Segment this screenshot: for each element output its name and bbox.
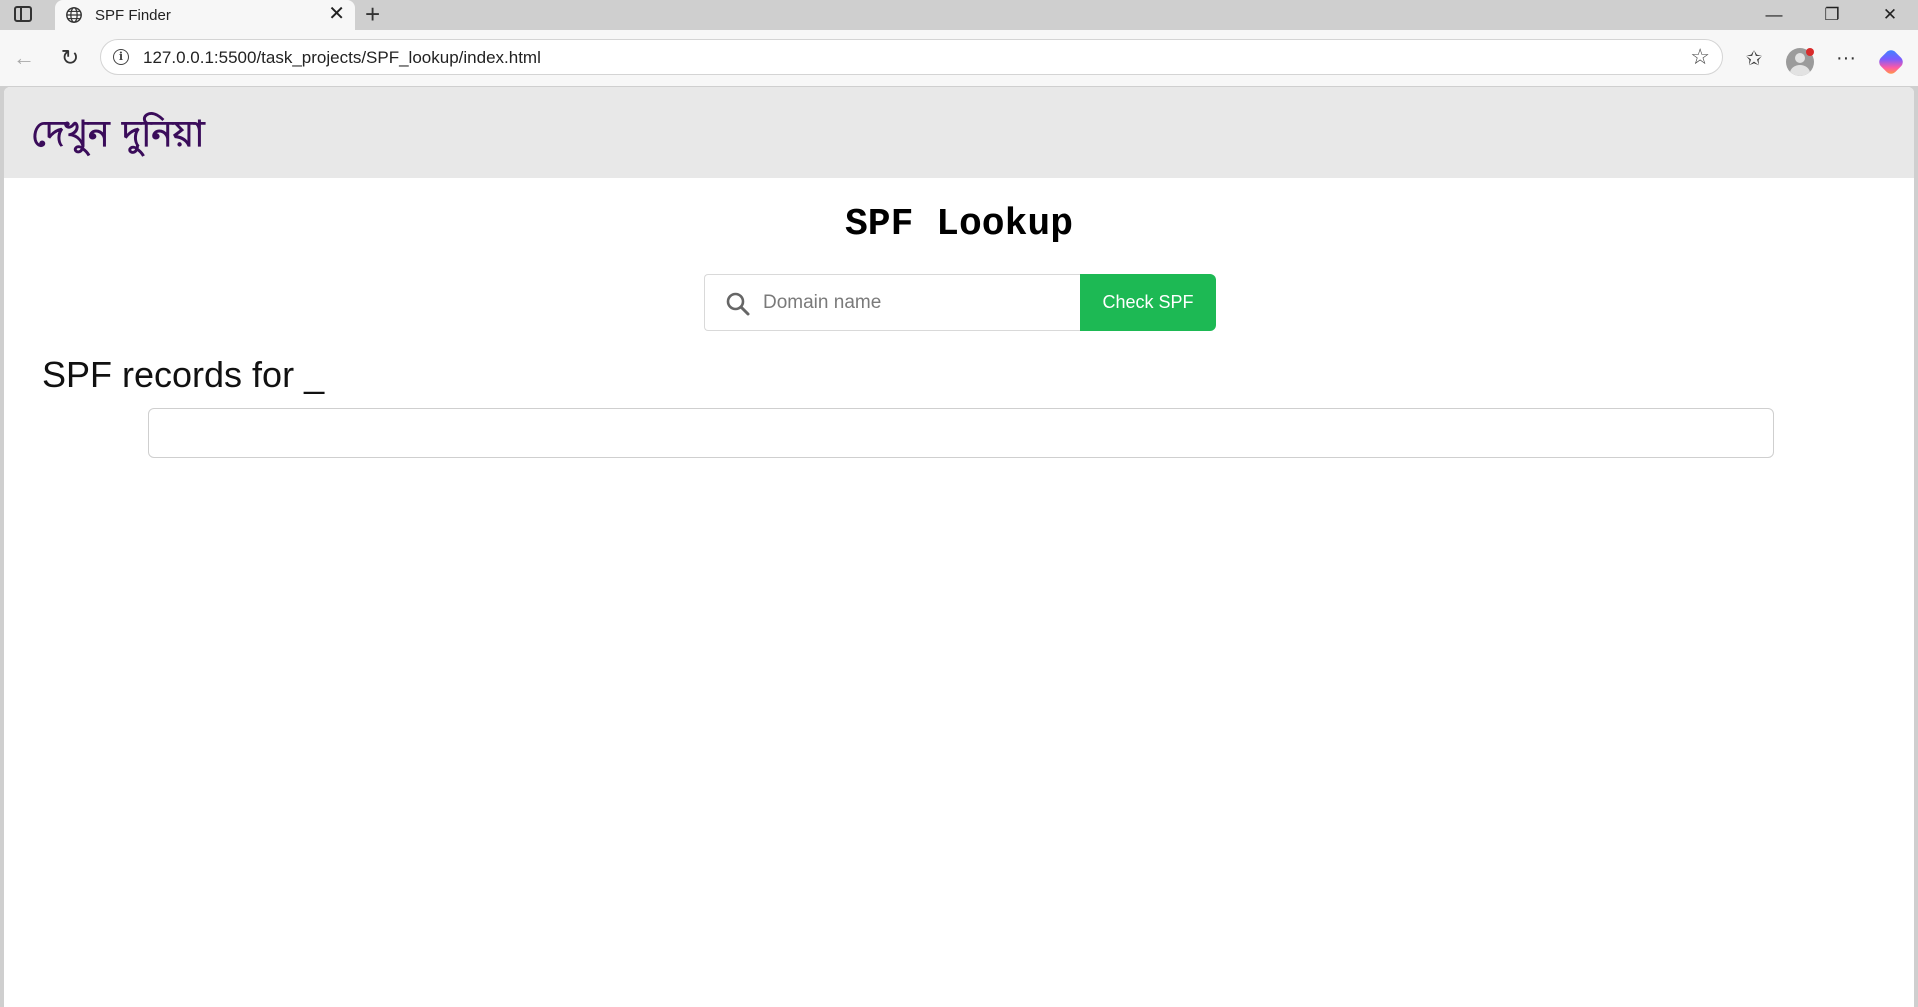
back-arrow-icon[interactable]: ←: [10, 44, 38, 72]
search-icon: [726, 292, 750, 316]
new-tab-icon[interactable]: +: [365, 1, 380, 27]
notification-dot: [1806, 48, 1814, 56]
page-viewport: দেখুন দুনিয়া SPF Lookup Check SPF SPF r…: [4, 87, 1914, 1007]
tab-actions-icon[interactable]: [14, 6, 32, 22]
reload-icon[interactable]: ↻: [56, 44, 84, 72]
domain-input[interactable]: [763, 275, 1063, 330]
tab-close-icon[interactable]: ✕: [328, 4, 345, 24]
search-form: Check SPF: [704, 274, 1216, 331]
page-title: SPF Lookup: [844, 203, 1074, 246]
search-box: [704, 274, 1080, 331]
tab-strip: SPF Finder ✕ + — ❐ ✕: [0, 0, 1918, 30]
browser-tab[interactable]: SPF Finder ✕: [55, 0, 355, 30]
address-bar-row: ← ↻ i 127.0.0.1:5500/task_projects/SPF_l…: [0, 30, 1918, 86]
restore-icon[interactable]: ❐: [1804, 0, 1860, 30]
url-field[interactable]: i 127.0.0.1:5500/task_projects/SPF_looku…: [100, 39, 1723, 75]
globe-icon: [66, 7, 82, 23]
favorites-icon[interactable]: ✩: [1738, 42, 1770, 74]
site-logo[interactable]: দেখুন দুনিয়া: [31, 107, 205, 167]
records-output: [148, 408, 1774, 458]
tab-title: SPF Finder: [95, 7, 171, 24]
minimize-icon[interactable]: —: [1746, 0, 1802, 30]
records-heading: SPF records for _: [42, 354, 325, 395]
more-options-icon[interactable]: ···: [1830, 42, 1862, 74]
url-text[interactable]: 127.0.0.1:5500/task_projects/SPF_lookup/…: [143, 48, 541, 68]
window-close-icon[interactable]: ✕: [1862, 0, 1918, 30]
site-header: দেখুন দুনিয়া: [4, 87, 1914, 178]
site-info-icon[interactable]: i: [113, 49, 129, 65]
check-spf-button[interactable]: Check SPF: [1080, 274, 1216, 331]
add-favorite-icon[interactable]: ☆: [1690, 44, 1710, 70]
